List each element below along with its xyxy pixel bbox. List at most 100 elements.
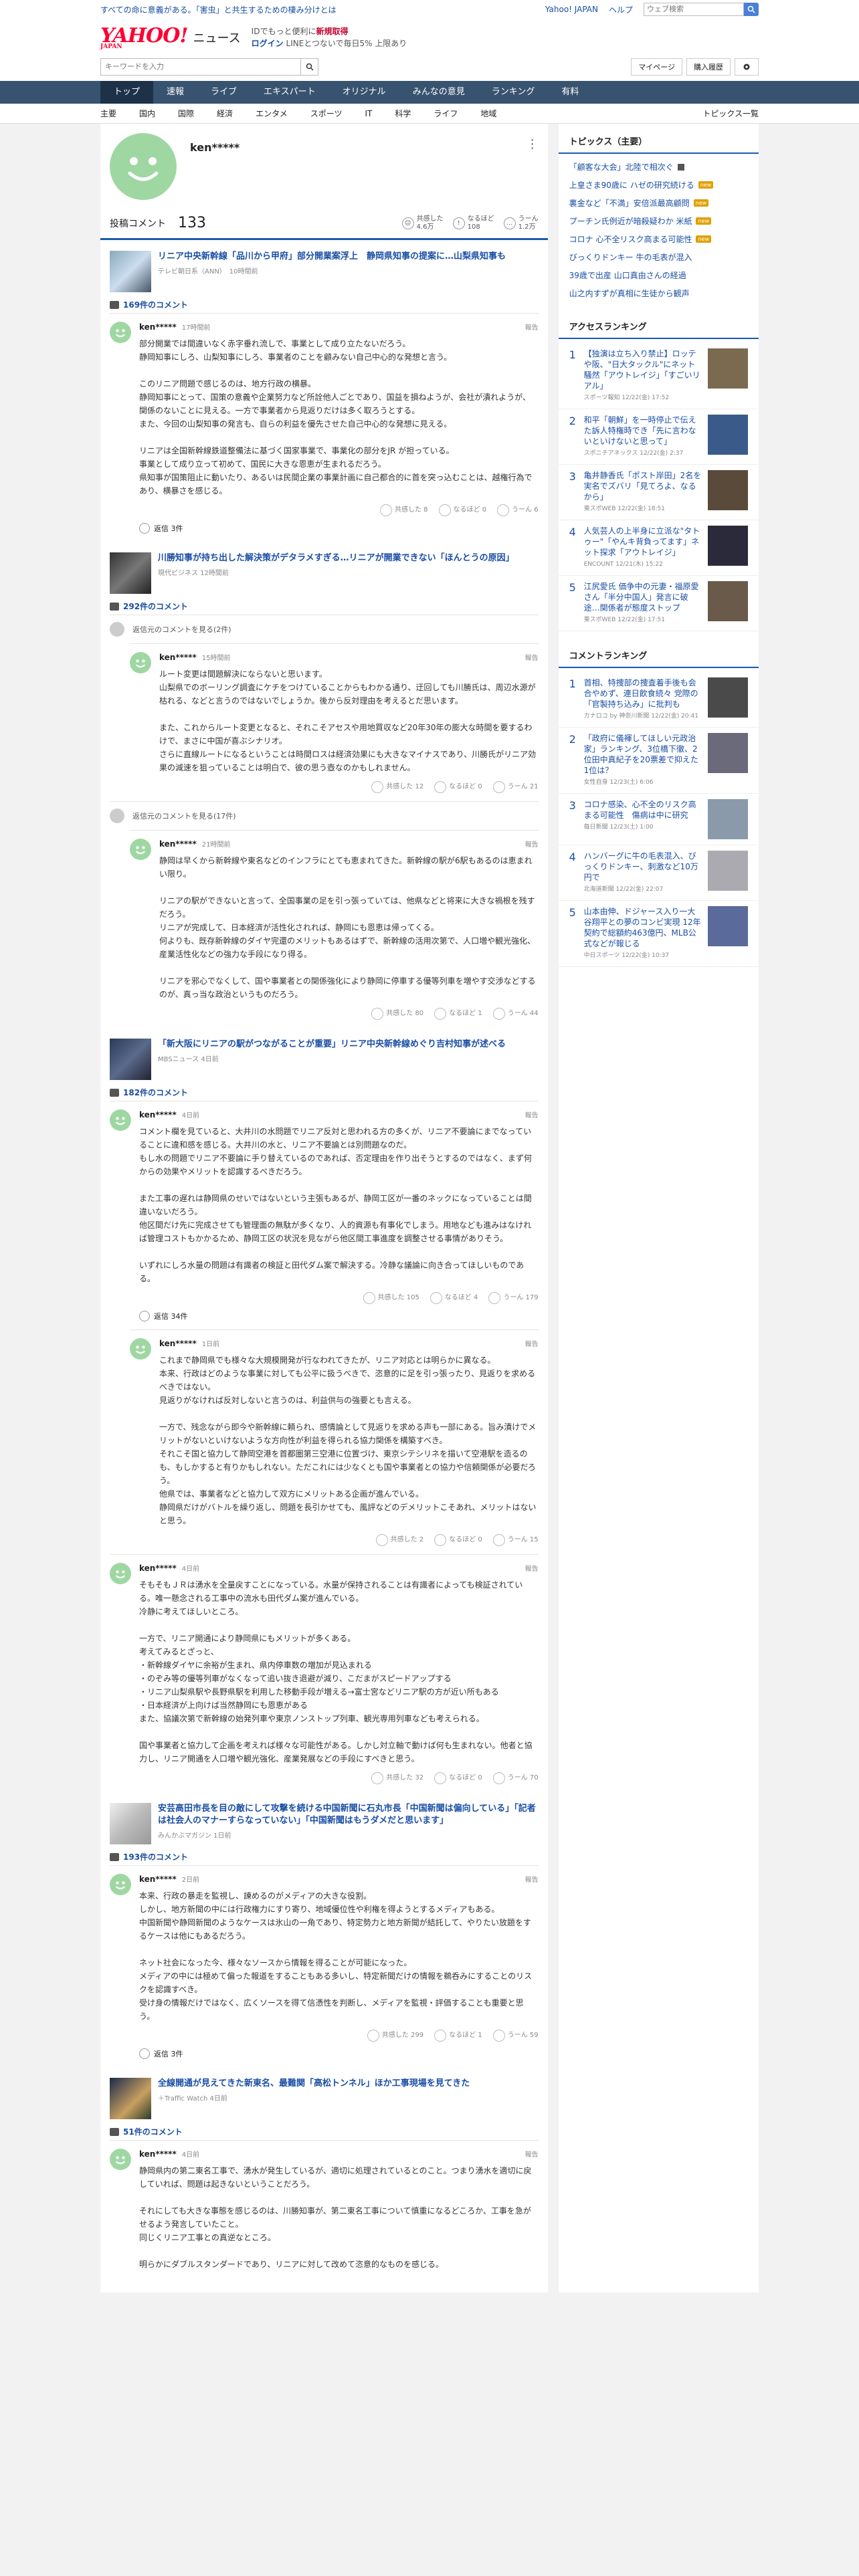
cat-world[interactable]: 国際 (178, 108, 194, 119)
signup-link[interactable]: 新規取得 (316, 27, 348, 36)
yahoo-logo[interactable]: YAHOO! JAPAN (100, 24, 189, 50)
keyword-input[interactable] (100, 58, 301, 76)
naruhodo-button[interactable]: なるほど 0 (434, 1534, 482, 1546)
comment-user[interactable]: ken***** (159, 653, 197, 662)
article-title[interactable]: 川勝知事が持ち出した解決策がデタラメすぎる…リニアが開業できない「ほんとうの原因… (158, 552, 514, 564)
naruhodo-button[interactable]: なるほど 0 (438, 504, 486, 516)
ranking-item[interactable]: 1 【独演は立ち入り禁止】ロッテや阪、"日大タックル"にネット騒然「アウトレイジ」… (558, 343, 759, 409)
uun-button[interactable]: うーん 70 (492, 1772, 539, 1784)
parent-comment-toggle[interactable]: 返信元のコメントを見る(17件) (110, 801, 539, 830)
comment-user[interactable]: ken***** (139, 322, 177, 332)
article-title[interactable]: 安芸高田市長を目の敵にして攻撃を続ける中国新聞に石丸市長「中国新聞は偏向している… (158, 1803, 539, 1827)
naruhodo-button[interactable]: なるほど 1 (434, 2030, 482, 2042)
article-title[interactable]: 全線開通が見えてきた新東名、最難関「高松トンネル」ほか工事現場を見てきた (158, 2078, 470, 2090)
comment-count-link[interactable]: 51件のコメント (100, 2123, 548, 2140)
top-tagline-link[interactable]: すべての命に意義がある。「害虫」と共生するための棲み分けとは (100, 4, 337, 15)
parent-comment-toggle[interactable]: 返信元のコメントを見る(2件) (110, 615, 539, 643)
ranking-item[interactable]: 3 亀井静香氏「ポスト岸田」2名を実名でズバリ「見てろよ、なるから」 東スポWEB … (558, 465, 759, 520)
comment-count-link[interactable]: 292件のコメント (100, 598, 548, 615)
naruhodo-button[interactable]: なるほど 0 (434, 781, 482, 793)
cat-main[interactable]: 主要 (100, 108, 116, 119)
web-search-input[interactable] (644, 3, 744, 16)
naruhodo-button[interactable]: なるほど 1 (434, 1008, 482, 1020)
empathy-button[interactable]: 共感した 80 (371, 1008, 423, 1020)
naruhodo-button[interactable]: なるほど 4 (430, 1292, 478, 1304)
comment-user[interactable]: ken***** (139, 2149, 177, 2159)
keyword-search-button[interactable] (301, 58, 318, 76)
replies-toggle[interactable]: 返信 3件 (139, 523, 539, 534)
ranking-item[interactable]: 4 ハンバーグに牛の毛表混入、びっくりドンキー、刺激など10万円で 北海道新聞 12… (558, 845, 759, 901)
web-search-button[interactable] (744, 3, 759, 16)
login-link[interactable]: ログイン (252, 39, 284, 48)
uun-button[interactable]: うーん 44 (492, 1008, 539, 1020)
uun-button[interactable]: うーん 15 (492, 1534, 539, 1546)
topics-list-link[interactable]: トピックス一覧 (702, 108, 759, 119)
comment-count-link[interactable]: 182件のコメント (100, 1084, 548, 1101)
cat-life[interactable]: ライフ (434, 108, 458, 119)
empathy-button[interactable]: 共感した 105 (363, 1292, 419, 1304)
empathy-button[interactable]: 共感した 8 (379, 504, 428, 516)
report-link[interactable]: 報告 (525, 322, 539, 332)
article-card[interactable]: 「新大阪にリニアの駅がつながることが重要」リニア中央新幹線めぐり吉村知事が述べる… (100, 1028, 548, 1084)
ranking-item[interactable]: 2 和平「朝鮮」を一時停止で伝えた訴人特権時でき「先に言わないといけないと思って」… (558, 409, 759, 465)
nav-breaking[interactable]: 速報 (153, 81, 197, 104)
report-link[interactable]: 報告 (525, 1109, 539, 1119)
topic-item[interactable]: 上皇さま90歳に ハゼの研究続ける new (559, 176, 759, 194)
cat-local[interactable]: 地域 (480, 108, 496, 119)
empathy-button[interactable]: 共感した 12 (371, 781, 423, 793)
cat-entertainment[interactable]: エンタメ (256, 108, 288, 119)
uun-button[interactable]: うーん 21 (492, 781, 539, 793)
nav-live[interactable]: ライブ (197, 81, 250, 104)
topic-item[interactable]: びっくりドンキー 牛の毛表が混入 (559, 248, 759, 266)
empathy-button[interactable]: 共感した 299 (367, 2030, 423, 2042)
article-title[interactable]: 「新大阪にリニアの駅がつながることが重要」リニア中央新幹線めぐり吉村知事が述べる (158, 1039, 506, 1051)
yahoo-japan-link[interactable]: Yahoo! JAPAN (545, 5, 598, 14)
article-card[interactable]: リニア中央新幹線「品川から甲府」部分開業案浮上 静岡県知事の提案に…山梨県知事も… (100, 240, 548, 296)
report-link[interactable]: 報告 (525, 839, 539, 849)
article-title[interactable]: リニア中央新幹線「品川から甲府」部分開業案浮上 静岡県知事の提案に…山梨県知事も (158, 251, 506, 263)
cat-economy[interactable]: 経済 (217, 108, 233, 119)
help-link[interactable]: ヘルプ (609, 4, 633, 15)
report-link[interactable]: 報告 (525, 1563, 539, 1573)
ranking-item[interactable]: 2 「政府に儀褌してほしい元政治家」ランキング、3位橋下徹、2位田中真紀子を20票… (558, 728, 759, 794)
topic-item[interactable]: 39歳で出産 山口真由さんの経過 (559, 266, 759, 284)
mypage-button[interactable]: マイページ (631, 58, 682, 76)
naruhodo-button[interactable]: なるほど 0 (434, 1772, 482, 1784)
nav-original[interactable]: オリジナル (329, 81, 399, 104)
article-card[interactable]: 安芸高田市長を目の敵にして攻撃を続ける中国新聞に石丸市長「中国新聞は偏向している… (100, 1792, 548, 1848)
empathy-button[interactable]: 共感した 2 (375, 1534, 423, 1546)
comment-user[interactable]: ken***** (159, 839, 197, 849)
replies-toggle[interactable]: 返信 34件 (139, 1311, 539, 1321)
report-link[interactable]: 報告 (525, 2149, 539, 2159)
uun-button[interactable]: うーん 179 (488, 1292, 539, 1304)
comment-count-link[interactable]: 193件のコメント (100, 1848, 548, 1865)
empathy-button[interactable]: 共感した 32 (371, 1772, 423, 1784)
ranking-item[interactable]: 1 首相、特捜部の捜査着手後も会合やめず、連日飲食続々 党際の「官製持ち込み」に批… (558, 672, 759, 728)
nav-top[interactable]: トップ (100, 81, 154, 104)
nav-paid[interactable]: 有料 (548, 81, 592, 104)
comment-count-link[interactable]: 169件のコメント (100, 296, 548, 313)
topic-item[interactable]: プーチン氏例近が暗殺疑わか 米紙 new (559, 212, 759, 230)
cat-science[interactable]: 科学 (395, 108, 411, 119)
comment-user[interactable]: ken***** (159, 1339, 197, 1348)
replies-toggle[interactable]: 返信 3件 (139, 2048, 539, 2059)
ranking-item[interactable]: 5 山本由伸、ドジャース入り一大谷翔平との夢のコンビ実現 12年契約で総額約463… (558, 901, 759, 967)
settings-button[interactable] (735, 58, 759, 76)
report-link[interactable]: 報告 (525, 1874, 539, 1884)
comment-user[interactable]: ken***** (139, 1874, 177, 1884)
cat-domestic[interactable]: 国内 (139, 108, 155, 119)
ranking-item[interactable]: 3 コロナ感染、心不全のリスク高まる可能性 傷病は中に研究 毎日新聞 12/23(土… (558, 794, 759, 845)
ranking-item[interactable]: 5 江尻愛氏 価争中の元妻・福原愛さん「半分中国人」発言に破途…関係者が態度ストッ… (558, 576, 759, 631)
comment-user[interactable]: ken***** (139, 1564, 177, 1573)
article-card[interactable]: 全線開通が見えてきた新東名、最難関「高松トンネル」ほか工事現場を見てきた ＋Tra… (100, 2067, 548, 2123)
topic-item[interactable]: コロナ 心不全リスク高まる可能性 new (559, 230, 759, 248)
uun-button[interactable]: うーん 6 (497, 504, 539, 516)
cat-it[interactable]: IT (365, 109, 372, 118)
nav-ranking[interactable]: ランキング (478, 81, 549, 104)
cat-sports[interactable]: スポーツ (310, 108, 343, 119)
ranking-item[interactable]: 4 人気芸人の上半身に立派な"タトゥー"「やんキ背負ってます」ネット探求「アウトレ… (558, 520, 759, 576)
uun-button[interactable]: うーん 59 (492, 2030, 539, 2042)
report-link[interactable]: 報告 (525, 1338, 539, 1348)
nav-opinion[interactable]: みんなの意見 (399, 81, 478, 104)
topic-item[interactable]: 「顧客な大会」北陸で相次ぐ (559, 158, 759, 176)
